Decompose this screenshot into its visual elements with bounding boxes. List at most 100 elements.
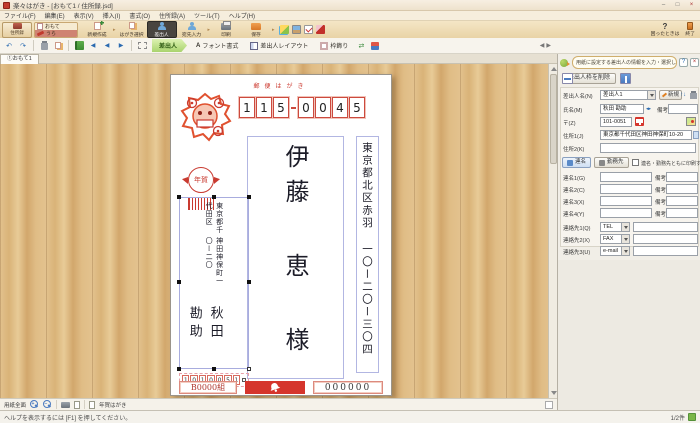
address-option-icon[interactable]	[693, 131, 699, 139]
joint-name-4-field[interactable]	[600, 208, 652, 218]
contact-2-type-select[interactable]: FAX	[600, 234, 630, 244]
menu-insert[interactable]: 挿入(I)	[103, 11, 121, 20]
paper-type-icon[interactable]	[89, 401, 95, 409]
canvas-corner-icon[interactable]	[545, 401, 553, 409]
joint-name-2-field[interactable]	[600, 184, 652, 194]
menu-tools[interactable]: ツール(T)	[194, 11, 220, 20]
address1-field[interactable]: 東京都千代田区神田神保町10-20	[600, 130, 692, 140]
name-field[interactable]: 秋田 勘助	[600, 104, 644, 114]
frame-select-button[interactable]	[136, 40, 148, 52]
contact-3-type-select[interactable]: e-mail	[600, 246, 630, 256]
save-button[interactable]: 保存	[241, 21, 271, 38]
selection-handle[interactable]	[247, 280, 251, 284]
joint-name-2-note-field[interactable]	[666, 184, 698, 194]
map-icon[interactable]	[686, 117, 696, 126]
minimize-button[interactable]: –	[658, 1, 669, 10]
font-format-button[interactable]: A フォント書式	[191, 39, 243, 52]
frame-decoration-button[interactable]: 枠飾り	[315, 39, 353, 52]
zoom-out-icon[interactable]: −	[43, 400, 52, 409]
sort-icon[interactable]: ↑↓	[680, 91, 686, 100]
recipient-entry-button[interactable]: 宛先入力	[177, 21, 207, 38]
menu-view[interactable]: 表示(V)	[74, 11, 94, 20]
pen-icon[interactable]	[316, 25, 325, 34]
contact-3-field[interactable]	[633, 246, 698, 256]
balloon-close-icon[interactable]: ×	[690, 58, 699, 67]
checklist-icon[interactable]	[304, 25, 313, 34]
selection-handle[interactable]	[247, 195, 251, 199]
tab-front-1[interactable]: ①おもて1	[0, 54, 39, 64]
contact-1-type-select[interactable]: TEL	[600, 222, 630, 232]
contact-2-field[interactable]	[633, 234, 698, 244]
redo-icon[interactable]: ↷	[17, 40, 29, 52]
sender-step-button[interactable]: 差出人	[152, 39, 187, 52]
delete-sender-icon[interactable]	[690, 91, 697, 99]
maximize-button[interactable]: □	[672, 1, 683, 10]
record-next-icon[interactable]: ▶	[115, 40, 127, 52]
palette-icon[interactable]	[280, 25, 289, 34]
recipient-name-frame[interactable]: 伊藤 恵 様	[247, 136, 344, 379]
delete-frame-button[interactable]	[38, 40, 50, 52]
vertical-scrollbar[interactable]	[548, 64, 557, 398]
sender-mode-button[interactable]: 差出人	[147, 21, 177, 38]
print-both-checkbox[interactable]	[632, 159, 639, 166]
postal-lookup-icon[interactable]	[635, 117, 644, 126]
menu-format[interactable]: 書式(O)	[129, 11, 150, 20]
swap-name-icon[interactable]: ◂▸	[646, 106, 651, 112]
selection-handle[interactable]	[177, 280, 181, 284]
selection-handle[interactable]	[177, 367, 181, 371]
balloon-help-icon[interactable]: ?	[679, 58, 688, 67]
menu-file[interactable]: ファイル(F)	[4, 11, 36, 20]
new-document-button[interactable]: 新規作成	[82, 21, 112, 38]
scrollbar-thumb[interactable]	[550, 74, 557, 164]
undo-icon[interactable]: ↶	[3, 40, 15, 52]
joint-name-1-field[interactable]	[600, 172, 652, 182]
print-preview-icon[interactable]	[61, 402, 70, 408]
recipient-postal-code-boxes[interactable]: 1 1 5 0 0 4 5	[239, 97, 365, 118]
horizontal-text-toggle-icon[interactable]	[562, 73, 573, 84]
help-button[interactable]: ? 困ったときは	[651, 23, 680, 37]
selection-handle[interactable]	[247, 367, 251, 371]
record-first-icon[interactable]: ◀	[87, 40, 99, 52]
print-button[interactable]: 印刷	[211, 21, 241, 38]
sender-frame-selected[interactable]: 東京都千代田区 神田神保町一〇ー二〇 秋田 勘助	[179, 197, 249, 369]
fit-page-button[interactable]: 用紙全面	[4, 401, 26, 409]
photo-icon[interactable]	[292, 25, 301, 34]
select-postcard-button[interactable]: はがき選択	[117, 21, 147, 38]
front-side-button[interactable]: おもて	[35, 23, 77, 30]
postcard[interactable]: 郵便はがき 1 1 5 0 0 4 5	[170, 74, 392, 396]
menu-addressbook[interactable]: 住所録(A)	[159, 11, 185, 20]
vertical-text-toggle-icon[interactable]	[620, 73, 631, 84]
copy-button[interactable]	[52, 40, 64, 52]
menu-help[interactable]: ヘルプ(H)	[229, 11, 255, 20]
design-canvas[interactable]: 郵便はがき 1 1 5 0 0 4 5	[0, 64, 557, 398]
menu-edit[interactable]: 編集(E)	[45, 11, 65, 20]
toolbar-scroll-right-icon[interactable]: ▶	[546, 42, 551, 49]
workplace-tab[interactable]: 勤務先	[594, 157, 629, 168]
sender-select-dropdown[interactable]: 差出人1	[600, 90, 656, 100]
refresh-icon[interactable]: ⇄	[355, 40, 367, 52]
address-list-button[interactable]	[73, 40, 85, 52]
joint-name-1-note-field[interactable]	[666, 172, 698, 182]
address2-field[interactable]	[600, 143, 696, 153]
page-setup-icon[interactable]	[74, 401, 80, 409]
selection-handle[interactable]	[212, 195, 216, 199]
sender-layout-button[interactable]: 差出人レイアウト	[245, 39, 313, 52]
joint-names-tab[interactable]: 連名	[562, 157, 591, 168]
joint-name-3-note-field[interactable]	[666, 196, 698, 206]
bookmark-button[interactable]	[369, 40, 381, 52]
postal-field[interactable]: 101-0051	[600, 117, 632, 127]
record-prev-icon[interactable]: ◀	[101, 40, 113, 52]
new-sender-button[interactable]: 新規	[659, 90, 682, 100]
zoom-in-icon[interactable]: +	[30, 400, 39, 409]
joint-name-4-note-field[interactable]	[666, 208, 698, 218]
contact-1-field[interactable]	[633, 222, 698, 232]
selection-handle[interactable]	[212, 367, 216, 371]
address-book-button[interactable]: 住所録	[2, 22, 32, 38]
name-note-field[interactable]	[668, 104, 698, 114]
toolbar-scroll-left-icon[interactable]: ◀	[540, 42, 545, 49]
joint-name-3-field[interactable]	[600, 196, 652, 206]
selection-handle[interactable]	[177, 195, 181, 199]
exit-button[interactable]: 終了	[685, 22, 695, 37]
back-side-button[interactable]: うら	[35, 30, 77, 37]
close-button[interactable]: ×	[686, 1, 697, 10]
